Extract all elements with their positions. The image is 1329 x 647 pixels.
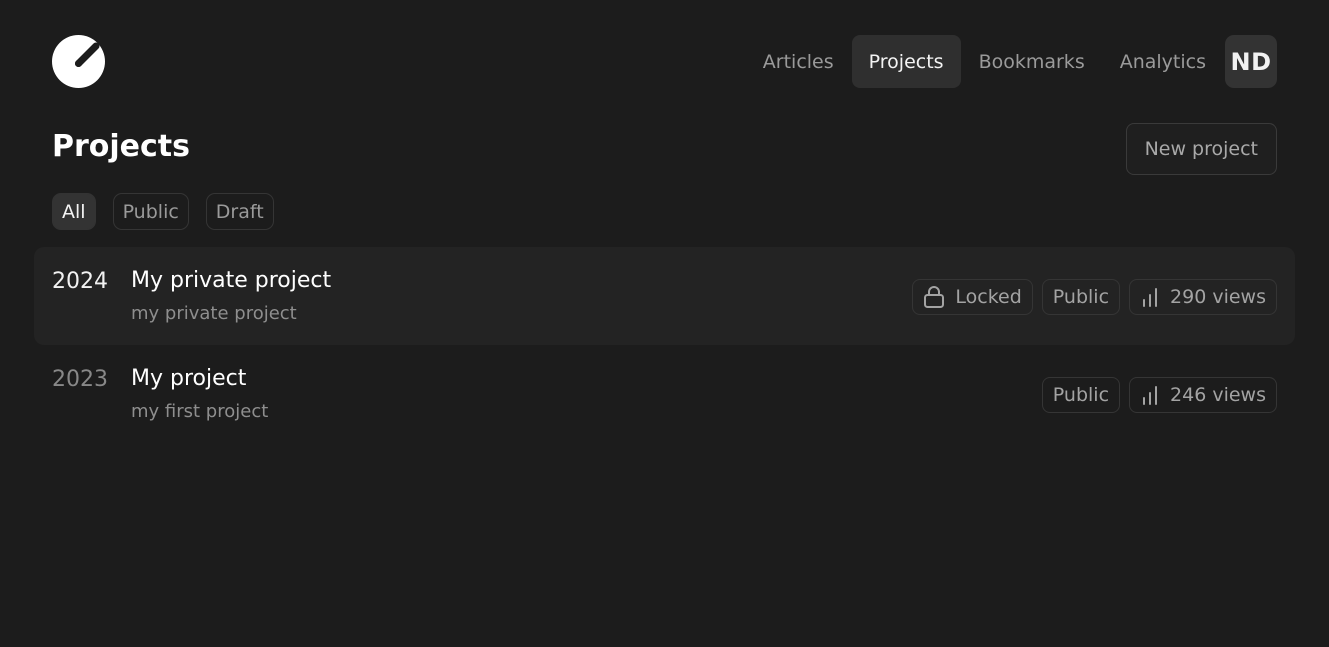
filter-tabs: All Public Draft	[52, 193, 274, 230]
nav-analytics[interactable]: Analytics	[1103, 35, 1223, 88]
views-badge: 246 views	[1129, 377, 1277, 413]
page-title: Projects	[52, 129, 191, 164]
project-row[interactable]: 2023 My project my first project Public …	[34, 345, 1295, 443]
new-project-button[interactable]: New project	[1125, 123, 1277, 175]
project-description: my private project	[131, 303, 297, 324]
project-description: my first project	[131, 401, 269, 422]
projects-page: Articles Projects Bookmarks Analytics ND…	[0, 0, 1329, 647]
main-nav: Articles Projects Bookmarks Analytics ND	[745, 35, 1277, 88]
nav-bookmarks[interactable]: Bookmarks	[962, 35, 1102, 88]
visibility-badge: Public	[1041, 377, 1121, 413]
user-avatar[interactable]: ND	[1225, 35, 1277, 88]
lock-icon	[923, 285, 945, 309]
visibility-label: Public	[1052, 286, 1110, 308]
filter-all[interactable]: All	[52, 193, 96, 230]
views-count: 246 views	[1170, 384, 1266, 406]
locked-badge: Locked	[912, 279, 1033, 315]
locked-label: Locked	[955, 286, 1022, 308]
views-badge: 290 views	[1129, 279, 1277, 315]
nav-projects[interactable]: Projects	[851, 35, 961, 88]
project-year: 2024	[52, 269, 108, 294]
nav-articles[interactable]: Articles	[746, 35, 851, 88]
project-title[interactable]: My private project	[131, 268, 331, 293]
visibility-label: Public	[1052, 384, 1110, 406]
filter-draft[interactable]: Draft	[205, 193, 274, 230]
views-count: 290 views	[1170, 286, 1266, 308]
project-title[interactable]: My project	[131, 366, 246, 391]
project-year: 2023	[52, 367, 108, 392]
bar-chart-icon	[1140, 287, 1160, 307]
filter-public[interactable]: Public	[112, 193, 189, 230]
bar-chart-icon	[1140, 385, 1160, 405]
project-badges: Locked Public 290 views	[912, 279, 1277, 315]
visibility-badge: Public	[1041, 279, 1121, 315]
project-badges: Public 246 views	[1041, 377, 1277, 413]
app-logo-icon[interactable]	[52, 35, 105, 88]
project-row[interactable]: 2024 My private project my private proje…	[34, 247, 1295, 345]
